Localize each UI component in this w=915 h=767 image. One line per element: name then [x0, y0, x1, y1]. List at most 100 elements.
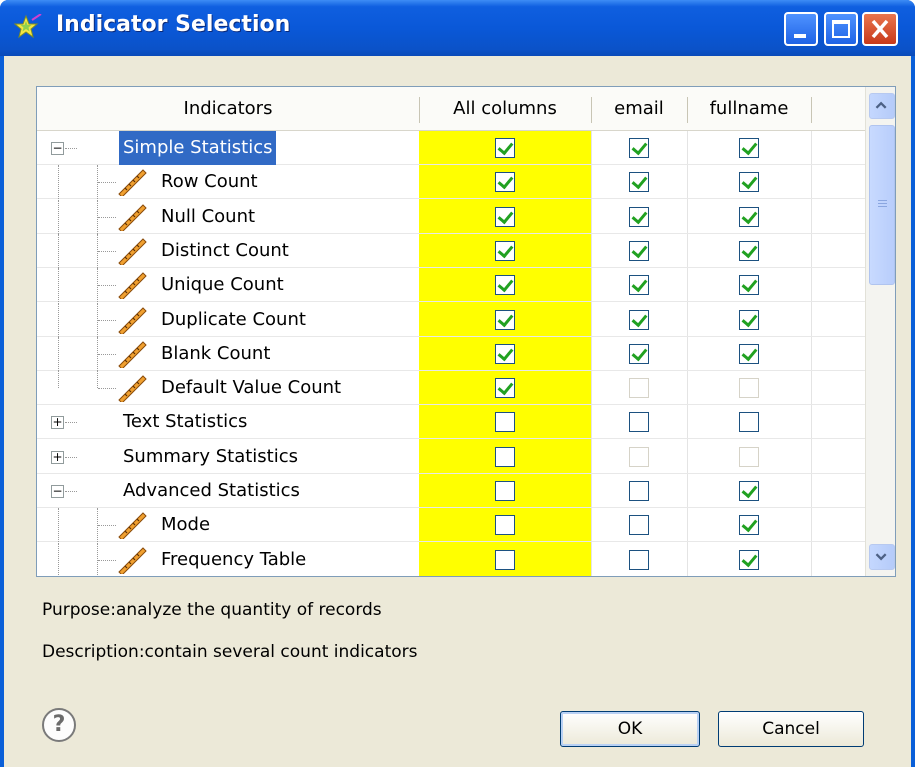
fullname-checkbox[interactable]: [739, 412, 759, 432]
ruler-icon: [117, 306, 147, 336]
indicator-group-label[interactable]: Summary Statistics: [123, 440, 298, 474]
tree-connector: [98, 388, 116, 389]
column-header-email[interactable]: email: [591, 87, 687, 131]
fullname-checkbox[interactable]: [739, 207, 759, 227]
expand-icon[interactable]: +: [51, 416, 64, 429]
indicator-label[interactable]: Duplicate Count: [161, 303, 306, 337]
email-checkbox[interactable]: [629, 481, 649, 501]
tree-connector: [58, 371, 59, 388]
tree-connector: [98, 251, 116, 252]
help-icon[interactable]: ?: [42, 708, 76, 742]
table-row[interactable]: Unique Count: [37, 268, 865, 302]
ruler-icon: [117, 271, 147, 301]
scroll-down-button[interactable]: [869, 544, 895, 570]
all-columns-checkbox[interactable]: [495, 550, 515, 570]
table-row[interactable]: Mode: [37, 508, 865, 542]
fullname-checkbox[interactable]: [739, 515, 759, 535]
indicator-label[interactable]: Blank Count: [161, 337, 270, 371]
fullname-checkbox[interactable]: [739, 138, 759, 158]
all-columns-checkbox[interactable]: [495, 447, 515, 467]
indicator-label[interactable]: Null Count: [161, 200, 255, 234]
title-bar[interactable]: Indicator Selection: [0, 0, 915, 56]
column-header-all-columns[interactable]: All columns: [419, 87, 591, 131]
ruler-icon: [117, 374, 147, 404]
all-columns-checkbox[interactable]: [495, 412, 515, 432]
fullname-checkbox[interactable]: [739, 275, 759, 295]
email-checkbox[interactable]: [629, 172, 649, 192]
collapse-icon[interactable]: −: [51, 485, 64, 498]
fullname-checkbox[interactable]: [739, 481, 759, 501]
indicator-label[interactable]: Unique Count: [161, 268, 284, 302]
all-columns-checkbox[interactable]: [495, 241, 515, 261]
indicator-label[interactable]: Distinct Count: [161, 234, 289, 268]
email-checkbox[interactable]: [629, 275, 649, 295]
tree-connector: [58, 303, 59, 337]
email-checkbox[interactable]: [629, 550, 649, 570]
all-columns-checkbox[interactable]: [495, 207, 515, 227]
vertical-scrollbar[interactable]: [865, 87, 895, 576]
tree-connector: [98, 525, 116, 526]
email-checkbox[interactable]: [629, 310, 649, 330]
collapse-icon[interactable]: −: [51, 142, 64, 155]
email-checkbox[interactable]: [629, 412, 649, 432]
email-checkbox[interactable]: [629, 138, 649, 158]
indicator-group-label[interactable]: Advanced Statistics: [123, 474, 300, 508]
fullname-checkbox[interactable]: [739, 550, 759, 570]
tree-connector: [97, 371, 98, 388]
tree-connector: [65, 491, 77, 492]
all-columns-checkbox[interactable]: [495, 515, 515, 535]
email-checkbox[interactable]: [629, 515, 649, 535]
table-row[interactable]: − Simple Statistics: [37, 131, 865, 165]
indicator-label[interactable]: Default Value Count: [161, 371, 341, 405]
table-row[interactable]: Frequency Table: [37, 543, 865, 576]
all-columns-checkbox[interactable]: [495, 344, 515, 364]
table-row[interactable]: Duplicate Count: [37, 303, 865, 337]
minimize-button[interactable]: [784, 12, 818, 46]
table-row[interactable]: Row Count: [37, 165, 865, 199]
column-header-fullname[interactable]: fullname: [687, 87, 811, 131]
email-checkbox[interactable]: [629, 241, 649, 261]
email-checkbox[interactable]: [629, 207, 649, 227]
fullname-checkbox[interactable]: [739, 310, 759, 330]
maximize-button[interactable]: [824, 12, 858, 46]
all-columns-checkbox[interactable]: [495, 138, 515, 158]
column-header-indicators[interactable]: Indicators: [37, 87, 419, 131]
table-header: Indicators All columns email fullname: [37, 87, 895, 131]
all-columns-checkbox[interactable]: [495, 172, 515, 192]
email-checkbox[interactable]: [629, 344, 649, 364]
close-button[interactable]: [862, 12, 898, 46]
table-row[interactable]: Default Value Count: [37, 371, 865, 405]
dialog-client-area: Indicators All columns email fullname − S…: [4, 56, 911, 767]
tree-connector: [58, 268, 59, 302]
scroll-up-button[interactable]: [869, 93, 895, 119]
all-columns-checkbox[interactable]: [495, 310, 515, 330]
indicator-label[interactable]: Frequency Table: [161, 543, 306, 576]
indicator-label[interactable]: Mode: [161, 508, 210, 542]
tree-connector: [58, 165, 59, 199]
window-title: Indicator Selection: [56, 12, 291, 37]
all-columns-checkbox[interactable]: [495, 481, 515, 501]
fullname-checkbox[interactable]: [739, 172, 759, 192]
table-row[interactable]: − Advanced Statistics: [37, 474, 865, 508]
cancel-button[interactable]: Cancel: [718, 711, 864, 747]
indicator-label[interactable]: Row Count: [161, 165, 258, 199]
table-row[interactable]: Null Count: [37, 200, 865, 234]
ok-button[interactable]: OK: [560, 711, 700, 747]
all-columns-checkbox[interactable]: [495, 275, 515, 295]
expand-icon[interactable]: +: [51, 451, 64, 464]
ruler-icon: [117, 168, 147, 198]
ruler-icon: [117, 546, 147, 576]
email-checkbox: [629, 378, 649, 398]
all-columns-checkbox[interactable]: [495, 378, 515, 398]
fullname-checkbox[interactable]: [739, 344, 759, 364]
table-row[interactable]: + Summary Statistics: [37, 440, 865, 474]
indicator-group-label[interactable]: Text Statistics: [123, 405, 247, 439]
scroll-thumb[interactable]: [869, 125, 895, 285]
table-row[interactable]: + Text Statistics: [37, 405, 865, 439]
table-row[interactable]: Distinct Count: [37, 234, 865, 268]
indicator-group-label[interactable]: Simple Statistics: [119, 131, 277, 165]
fullname-checkbox: [739, 378, 759, 398]
fullname-checkbox[interactable]: [739, 241, 759, 261]
column-separator[interactable]: [811, 97, 812, 123]
table-row[interactable]: Blank Count: [37, 337, 865, 371]
